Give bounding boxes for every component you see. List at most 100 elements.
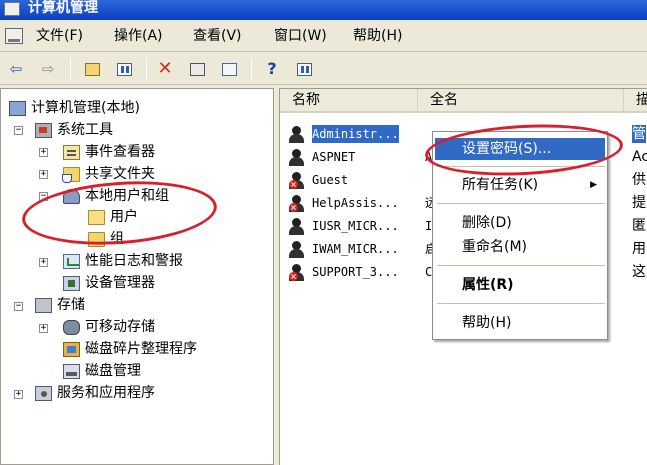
menu-item-label: 重命名(M): [462, 239, 528, 255]
collapse-toggle[interactable]: −: [14, 302, 23, 311]
submenu-arrow-icon: ▶: [590, 180, 597, 190]
menu-item-properties[interactable]: 属性(R): [435, 274, 605, 296]
help-icon[interactable]: ?: [262, 59, 282, 79]
console-tree-pane[interactable]: 计算机管理(本地) − 系统工具 + 事件查看器 + 共享文件夹 − 本地用户和…: [0, 88, 274, 465]
user-name-cell: ASPNET: [312, 150, 356, 164]
menu-item-label: 设置密码(S)...: [462, 141, 552, 157]
menu-view[interactable]: 查看(V): [193, 27, 242, 45]
tree-item-label: 设备管理器: [85, 275, 155, 291]
menu-item-label: 所有任务(K): [462, 177, 539, 193]
column-header-fullname[interactable]: 全名: [418, 89, 624, 112]
up-folder-icon[interactable]: [82, 59, 102, 79]
mmc-console-icon[interactable]: [294, 59, 314, 79]
tree-item-disk-defragmenter[interactable]: 磁盘碎片整理程序: [63, 339, 199, 359]
forward-arrow-icon[interactable]: ⇨: [38, 59, 58, 79]
expand-toggle[interactable]: +: [39, 324, 48, 333]
menu-item-rename[interactable]: 重命名(M): [435, 236, 605, 258]
collapse-toggle[interactable]: −: [14, 126, 23, 135]
tree-item-label: 组: [110, 231, 124, 247]
performance-logs-icon: [63, 253, 80, 269]
menu-separator: [437, 303, 605, 304]
user-name-cell: IWAM_MICR...: [312, 242, 399, 256]
menu-window[interactable]: 窗口(W): [274, 27, 327, 45]
user-context-menu: 设置密码(S)... 所有任务(K) ▶ 删除(D) 重命名(M) 属性(R) …: [432, 131, 608, 340]
tree-item-local-users-groups[interactable]: 本地用户和组: [63, 186, 171, 206]
tree-item-users[interactable]: 用户: [88, 207, 140, 227]
toolbar-separator: [70, 58, 71, 80]
toolbar-separator: [251, 58, 252, 80]
user-description-cell: 这: [632, 264, 646, 280]
tree-item-event-viewer[interactable]: 事件查看器: [63, 142, 157, 162]
console-system-menu-icon[interactable]: [5, 28, 23, 44]
back-arrow-icon[interactable]: ⇦: [6, 59, 26, 79]
disabled-user-icon: ×: [288, 195, 305, 212]
expand-toggle[interactable]: +: [39, 148, 48, 157]
properties-icon[interactable]: [187, 59, 207, 79]
column-header-name[interactable]: 名称: [280, 89, 418, 112]
system-tools-icon: [35, 122, 52, 138]
list-header: 名称 全名 描: [280, 89, 647, 113]
user-name-cell: Guest: [312, 173, 349, 187]
expand-toggle[interactable]: +: [39, 170, 48, 179]
user-name-cell: HelpAssis...: [312, 196, 399, 210]
menu-separator: [437, 203, 605, 204]
menu-item-delete[interactable]: 删除(D): [435, 212, 605, 234]
expand-toggle[interactable]: +: [14, 390, 23, 399]
tree-item-label: 存储: [57, 297, 85, 313]
export-list-icon[interactable]: [219, 59, 239, 79]
expand-toggle[interactable]: +: [39, 258, 48, 267]
tree-item-storage[interactable]: 存储: [35, 295, 87, 315]
menu-item-help[interactable]: 帮助(H): [435, 312, 605, 334]
shared-folders-icon: [62, 166, 80, 183]
computer-management-icon: [9, 100, 26, 116]
menu-item-set-password[interactable]: 设置密码(S)...: [435, 138, 605, 160]
user-description-cell: 供: [632, 172, 646, 188]
collapse-toggle[interactable]: −: [39, 192, 48, 201]
disabled-user-icon: ×: [288, 264, 305, 281]
tree-item-shared-folders[interactable]: 共享文件夹: [62, 164, 157, 184]
disk-management-icon: [63, 363, 80, 379]
tree-item-label: 计算机管理(本地): [31, 100, 140, 116]
tree-item-label: 可移动存储: [85, 319, 155, 335]
menu-bar: 文件(F) 操作(A) 查看(V) 窗口(W) 帮助(H): [0, 20, 647, 52]
toolbar: ⇦ ⇨ ✕ ?: [0, 53, 647, 85]
tree-item-groups[interactable]: 组: [88, 229, 126, 249]
tree-item-removable-storage[interactable]: 可移动存储: [63, 317, 157, 337]
tree-item-label: 事件查看器: [85, 144, 155, 160]
tree-item-services-applications[interactable]: 服务和应用程序: [35, 383, 157, 403]
tree-item-label: 性能日志和警报: [85, 253, 183, 269]
window-title: 计算机管理: [28, 0, 98, 16]
user-icon: [288, 126, 305, 143]
event-viewer-icon: [63, 144, 80, 160]
user-icon: [288, 218, 305, 235]
user-description-cell: Ac: [632, 149, 647, 165]
computer-management-app-icon: [4, 2, 20, 16]
tree-item-device-manager[interactable]: 设备管理器: [63, 273, 157, 293]
tree-item-system-tools[interactable]: 系统工具: [35, 120, 115, 140]
menu-help[interactable]: 帮助(H): [353, 27, 402, 45]
user-name-cell: IUSR_MICR...: [312, 219, 399, 233]
column-header-description[interactable]: 描: [624, 89, 647, 112]
disabled-user-icon: ×: [288, 172, 305, 189]
tree-item-label: 服务和应用程序: [57, 385, 155, 401]
user-description-cell: 提: [632, 195, 646, 211]
menu-separator: [437, 265, 605, 266]
delete-x-icon[interactable]: ✕: [155, 59, 175, 79]
user-description-cell: 用: [632, 241, 646, 257]
groups-folder-icon: [88, 231, 105, 247]
user-name-cell: Administr...: [312, 125, 399, 143]
menu-item-all-tasks[interactable]: 所有任务(K) ▶: [435, 174, 605, 196]
user-description-cell: 管: [632, 125, 646, 143]
tree-item-disk-management[interactable]: 磁盘管理: [63, 361, 143, 381]
window-titlebar[interactable]: 计算机管理: [0, 0, 647, 20]
menu-action[interactable]: 操作(A): [114, 27, 163, 45]
menu-item-label: 删除(D): [462, 215, 512, 231]
tree-item-label: 用户: [110, 209, 138, 225]
tree-item-label: 本地用户和组: [85, 188, 169, 204]
tree-item-computer-management[interactable]: 计算机管理(本地): [9, 98, 142, 118]
disk-defragmenter-icon: [63, 341, 80, 357]
show-hide-tree-icon[interactable]: [114, 59, 134, 79]
tree-item-label: 磁盘碎片整理程序: [85, 341, 197, 357]
tree-item-performance-logs[interactable]: 性能日志和警报: [63, 251, 185, 271]
menu-file[interactable]: 文件(F): [36, 27, 83, 45]
